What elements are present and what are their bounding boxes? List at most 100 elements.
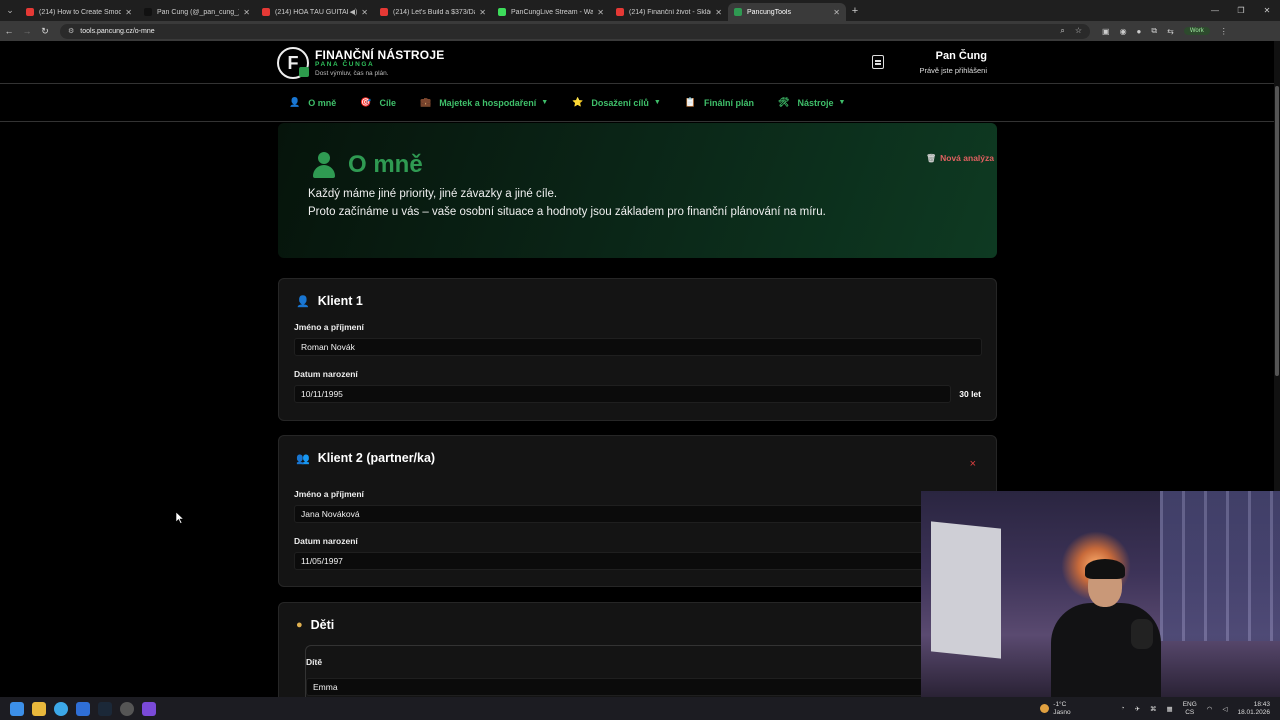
reload-icon[interactable]: ↻: [36, 26, 54, 37]
tab-close-icon[interactable]: ✕: [597, 8, 604, 17]
tab-title: (214) How to Create Smooth Sh: [39, 8, 122, 16]
user-info[interactable]: Pan Čung Právě jste přihlášeni: [919, 50, 987, 75]
new-analysis-button[interactable]: 🗑 Nová analýza: [926, 153, 994, 163]
tab-title: Pan Čung (@_pan_cung_) vysíl: [157, 8, 240, 16]
person-icon: 👤: [296, 295, 310, 308]
restore-icon[interactable]: ❐: [1228, 6, 1254, 15]
client-1-name-field[interactable]: Roman Novák: [294, 338, 982, 356]
user-status: Právě jste přihlášeni: [919, 66, 987, 75]
wifi-icon[interactable]: ◠: [1207, 705, 1213, 713]
steam-icon[interactable]: [98, 701, 112, 716]
tab-icon[interactable]: ⇆: [1167, 27, 1174, 36]
more-menu-icon[interactable]: ⋮: [1220, 27, 1228, 36]
client-2-dob-field[interactable]: 11/05/1997: [294, 552, 982, 570]
minimize-icon[interactable]: —: [1202, 6, 1228, 15]
menu-item-icon: ⭐: [572, 97, 584, 107]
browser-tab[interactable]: Pan Čung (@_pan_cung_) vysíl✕: [138, 3, 256, 21]
menu-item[interactable]: 🎯 Cíle: [360, 97, 396, 108]
browser-toolbar: ← → ↻ ⚙ tools.pancung.cz/o-mne ⌕ ☆ ▣ ◉ ●…: [0, 21, 1280, 41]
client-1-dob-field[interactable]: 10/11/1995: [294, 385, 951, 403]
obs-icon[interactable]: [120, 701, 134, 716]
tab-favicon-icon: [380, 8, 388, 16]
client-2-name-field[interactable]: Jana Nováková: [294, 505, 982, 523]
logo-subtitle: PANA ČUNGA: [315, 61, 375, 68]
tab-close-icon[interactable]: ✕: [833, 8, 840, 17]
menu-item[interactable]: 👤 O mně: [289, 97, 336, 108]
logo[interactable]: F FINANČNÍ NÁSTROJE PANA ČUNGA Dost výml…: [277, 47, 444, 79]
app-icon[interactable]: [76, 701, 90, 716]
tab-close-icon[interactable]: ✕: [715, 8, 722, 17]
extension-icon[interactable]: ▣: [1102, 27, 1110, 36]
chevron-down-icon: ▼: [653, 99, 661, 106]
lang-primary: ENG: [1182, 701, 1197, 709]
tab-favicon-icon: [144, 8, 152, 16]
tray-icon[interactable]: ◔: [1121, 705, 1125, 712]
hero-description: Každý máme jiné priority, jiné závazky a…: [308, 185, 826, 221]
child-name-field[interactable]: Emma: [306, 678, 926, 696]
menu-item[interactable]: 💼 Majetek a hospodaření ▼: [420, 97, 548, 108]
hero-section: O mně Každý máme jiné priority, jiné záv…: [278, 123, 997, 258]
back-icon[interactable]: ←: [0, 26, 18, 36]
language-indicator[interactable]: ENG CS: [1183, 701, 1197, 715]
zoom-icon[interactable]: ⌕: [1060, 26, 1064, 36]
clock[interactable]: 18:43 18.01.2026: [1237, 701, 1270, 715]
browser-tab[interactable]: (214) HÒA TẤU GUITAR HA◀)✕: [256, 3, 374, 21]
forward-icon[interactable]: →: [18, 26, 36, 36]
site-info-icon[interactable]: ⚙: [68, 27, 74, 35]
menu-item-label: Finální plán: [704, 97, 755, 108]
extension-icon[interactable]: ◉: [1120, 27, 1127, 36]
scrollbar-thumb[interactable]: [1275, 86, 1279, 376]
tab-close-icon[interactable]: ✕: [243, 8, 250, 17]
browser-tab[interactable]: PanCungLive Stream - Watch Li✕: [492, 3, 610, 21]
menu-item-label: Majetek a hospodaření: [439, 97, 537, 108]
tab-title: PancungTools: [747, 8, 791, 16]
menu-item-icon: 💼: [419, 97, 432, 107]
menu-item-icon: 🛠: [778, 97, 790, 107]
browser-tab[interactable]: PancungTools ✕: [728, 3, 846, 21]
start-icon[interactable]: [10, 701, 24, 716]
browser-tab[interactable]: (214) Finanční život - Skládání ✕: [610, 3, 728, 21]
close-window-icon[interactable]: ✕: [1254, 6, 1280, 15]
tab-favicon-icon: [26, 8, 34, 16]
child-icon: ●: [296, 619, 303, 631]
temperature: -1°C: [1053, 701, 1067, 709]
tab-close-icon[interactable]: ✕: [361, 8, 368, 17]
tab-audio-icon[interactable]: ◀): [350, 8, 358, 16]
tab-close-icon[interactable]: ✕: [479, 8, 486, 17]
tray-icon[interactable]: ▦: [1167, 705, 1173, 713]
document-icon[interactable]: [872, 55, 884, 69]
address-bar[interactable]: ⚙ tools.pancung.cz/o-mne ⌕ ☆: [60, 23, 1090, 39]
chrome-icon[interactable]: [54, 701, 68, 716]
tab-favicon-icon: [734, 8, 742, 16]
menu-item[interactable]: ⭐ Dosažení cílů ▼: [572, 97, 661, 108]
tab-search-icon[interactable]: ⌄: [0, 0, 20, 21]
file-explorer-icon[interactable]: [32, 701, 46, 716]
tray-icon[interactable]: ⌘: [1150, 705, 1157, 713]
hero-line-2: Proto začínáme u vás – vaše osobní situa…: [308, 206, 826, 218]
chevron-down-icon: ▼: [541, 99, 549, 106]
menu-item[interactable]: 🛠 Nástroje ▼: [778, 97, 845, 108]
puzzle-icon[interactable]: ⧉: [1151, 26, 1157, 36]
menu-item[interactable]: 📋 Finální plán: [685, 97, 754, 108]
lang-secondary: CS: [1185, 708, 1195, 716]
new-tab-button[interactable]: +: [846, 5, 864, 17]
logo-title: FINANČNÍ NÁSTROJE: [315, 48, 445, 62]
clock-time: 18:43: [1253, 701, 1270, 709]
webcam-microphone: [1131, 619, 1153, 649]
weather-widget[interactable]: -1°C Jasno: [1040, 701, 1071, 716]
hero-line-1: Každý máme jiné priority, jiné závazky a…: [308, 188, 558, 200]
app-icon[interactable]: [142, 701, 156, 716]
dob-label: Datum narození: [294, 536, 358, 546]
extension-icon[interactable]: ●: [1137, 27, 1142, 36]
remove-client-2-button[interactable]: ×: [970, 458, 976, 470]
children-title: ● Děti: [296, 618, 334, 632]
profile-button[interactable]: Work: [1183, 27, 1210, 35]
menu-item-icon: 👤: [289, 97, 301, 107]
browser-tab[interactable]: (214) How to Create Smooth Sh✕: [20, 3, 138, 21]
browser-tab[interactable]: (214) Let's Build a $373/Day Bu ✕: [374, 3, 492, 21]
volume-icon[interactable]: ◁: [1222, 705, 1227, 713]
bookmark-star-icon[interactable]: ☆: [1075, 26, 1082, 36]
tab-close-icon[interactable]: ✕: [125, 8, 132, 17]
client-1-title-text: Klient 1: [317, 294, 363, 308]
tray-icon[interactable]: ✈: [1135, 705, 1140, 713]
